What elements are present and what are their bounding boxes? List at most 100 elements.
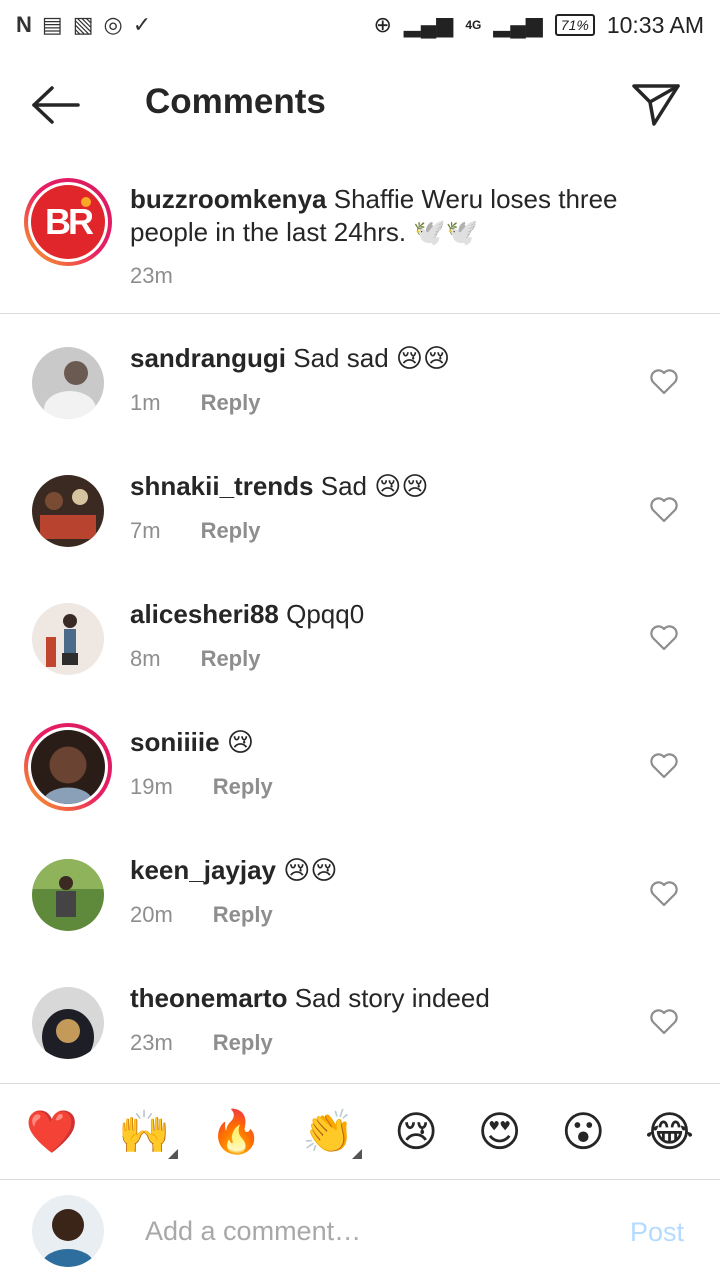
comment-body: 😢😢 [283, 855, 338, 885]
comment-body: Sad story indeed [294, 983, 490, 1013]
emoji-raised-hands[interactable]: 🙌 [117, 1107, 179, 1159]
comment-timestamp: 1m [130, 390, 161, 415]
logo-text: BR [45, 201, 94, 242]
avatar-story-ring[interactable] [24, 723, 112, 811]
comment-timestamp: 8m [130, 646, 161, 671]
reply-button[interactable]: Reply [201, 646, 261, 672]
avatar-photo [32, 987, 104, 1059]
avatar-photo [32, 347, 104, 419]
emoji-glyph: 🙌 [117, 1107, 171, 1155]
reply-button[interactable]: Reply [201, 390, 261, 416]
comment-timestamp: 7m [130, 518, 161, 543]
buzzroom-logo: BR [31, 185, 105, 259]
logo-dot [81, 197, 91, 207]
comment-username[interactable]: soniiiie [130, 727, 220, 757]
post-caption: BR buzzroomkenya Shaffie Weru loses thre… [0, 170, 720, 314]
comment-username[interactable]: theonemarto [130, 983, 287, 1013]
avatar[interactable] [32, 859, 104, 931]
comment-username[interactable]: alicesheri88 [130, 599, 279, 629]
avatar[interactable] [32, 475, 104, 547]
avatar[interactable] [32, 603, 104, 675]
comment-input[interactable] [145, 1211, 605, 1251]
whatsapp-icon: ◎ [103, 12, 123, 37]
share-button[interactable] [630, 78, 682, 130]
comment-text: shnakii_trends Sad 😢😢 [130, 470, 650, 503]
paper-plane-icon [632, 84, 680, 126]
caption-username[interactable]: buzzroomkenya [130, 184, 327, 214]
comment-username[interactable]: shnakii_trends [130, 471, 314, 501]
avatar[interactable] [32, 347, 104, 419]
avatar-photo [31, 730, 105, 804]
status-right-icons: ⊕ ▂▄▆ 4G ▂▄▆ 71% 10:33 AM [373, 12, 704, 39]
comment-meta: 19m Reply [130, 774, 273, 800]
comment-meta: 7m Reply [130, 518, 260, 544]
avatar[interactable] [32, 987, 104, 1059]
caption-timestamp: 23m [130, 263, 173, 288]
comment-body: Qpqq0 [286, 599, 365, 629]
battery-indicator: 71% [554, 14, 595, 36]
back-button[interactable] [30, 84, 82, 126]
comment-row: keen_jayjay 😢😢 20m Reply [0, 855, 720, 987]
comment-meta: 20m Reply [130, 902, 273, 928]
like-heart-icon[interactable] [650, 881, 678, 907]
comment-composer: Post [0, 1181, 720, 1280]
comment-body: 😢 [226, 727, 254, 757]
comment-row: shnakii_trends Sad 😢😢 7m Reply [0, 471, 720, 603]
comment-text: theonemarto Sad story indeed [130, 982, 650, 1015]
comment-timestamp: 20m [130, 902, 173, 927]
emoji-surprised[interactable]: 😮 [561, 1110, 605, 1153]
like-heart-icon[interactable] [650, 497, 678, 523]
caption-meta: 23m [130, 263, 173, 289]
comment-meta: 23m Reply [130, 1030, 273, 1056]
comment-text: soniiiie 😢 [130, 726, 650, 759]
comment-username[interactable]: keen_jayjay [130, 855, 276, 885]
caption-text: buzzroomkenya Shaffie Weru loses three p… [130, 183, 650, 249]
avatar-photo [32, 859, 104, 931]
signal-icon-2: ▂▄▆ [493, 12, 543, 37]
clock: 10:33 AM [606, 11, 704, 38]
reply-button[interactable]: Reply [213, 1030, 273, 1056]
comment-text: keen_jayjay 😢😢 [130, 854, 650, 887]
comment-body: Sad sad 😢😢 [293, 343, 451, 373]
post-button[interactable]: Post [630, 1217, 684, 1248]
avatar [31, 730, 105, 804]
like-heart-icon[interactable] [650, 1009, 678, 1035]
comment-meta: 8m Reply [130, 646, 260, 672]
news-app-icon: N [16, 12, 32, 37]
emoji-clap[interactable]: 👏 [302, 1107, 363, 1159]
download-complete-icon: ✓ [132, 12, 152, 37]
emoji-glyph: 👏 [302, 1107, 355, 1155]
emoji-heart[interactable]: ❤️ [26, 1110, 78, 1153]
emoji-quick-bar: ❤️ 🙌 🔥 👏 😢 😍 😮 😂 [0, 1083, 720, 1180]
my-avatar [32, 1195, 104, 1267]
header: Comments [0, 60, 720, 150]
emoji-fire[interactable]: 🔥 [210, 1110, 262, 1153]
caption-avatar-ring[interactable]: BR [24, 178, 112, 266]
like-heart-icon[interactable] [650, 625, 678, 651]
like-heart-icon[interactable] [650, 369, 678, 395]
emoji-crying[interactable]: 😢 [394, 1110, 438, 1153]
signal-icon: ▂▄▆ [403, 12, 454, 37]
reply-button[interactable]: Reply [213, 902, 273, 928]
comment-timestamp: 23m [130, 1030, 173, 1055]
skin-tone-indicator [168, 1148, 179, 1159]
avatar-photo [32, 1195, 104, 1267]
reply-button[interactable]: Reply [213, 774, 273, 800]
page-title: Comments [145, 82, 326, 121]
comment-row: alicesheri88 Qpqq0 8m Reply [0, 599, 720, 731]
avatar-photo [32, 475, 104, 547]
message-icon: ▤ [41, 12, 63, 37]
comment-username[interactable]: sandrangugi [130, 343, 286, 373]
network-type-badge: 4G [465, 18, 482, 32]
gallery-icon: ▧ [72, 12, 94, 37]
emoji-laughing[interactable]: 😂 [645, 1110, 694, 1153]
comment-text: sandrangugi Sad sad 😢😢 [130, 342, 650, 375]
comment-body: Sad 😢😢 [320, 471, 429, 501]
emoji-heart-eyes[interactable]: 😍 [478, 1110, 522, 1153]
status-bar: N ▤ ▧ ◎ ✓ ⊕ ▂▄▆ 4G ▂▄▆ 71% 10:33 AM [0, 0, 720, 50]
reply-button[interactable]: Reply [201, 518, 261, 544]
comment-row: sandrangugi Sad sad 😢😢 1m Reply [0, 343, 720, 475]
skin-tone-indicator [352, 1148, 363, 1159]
comment-text: alicesheri88 Qpqq0 [130, 598, 650, 631]
like-heart-icon[interactable] [650, 753, 678, 779]
